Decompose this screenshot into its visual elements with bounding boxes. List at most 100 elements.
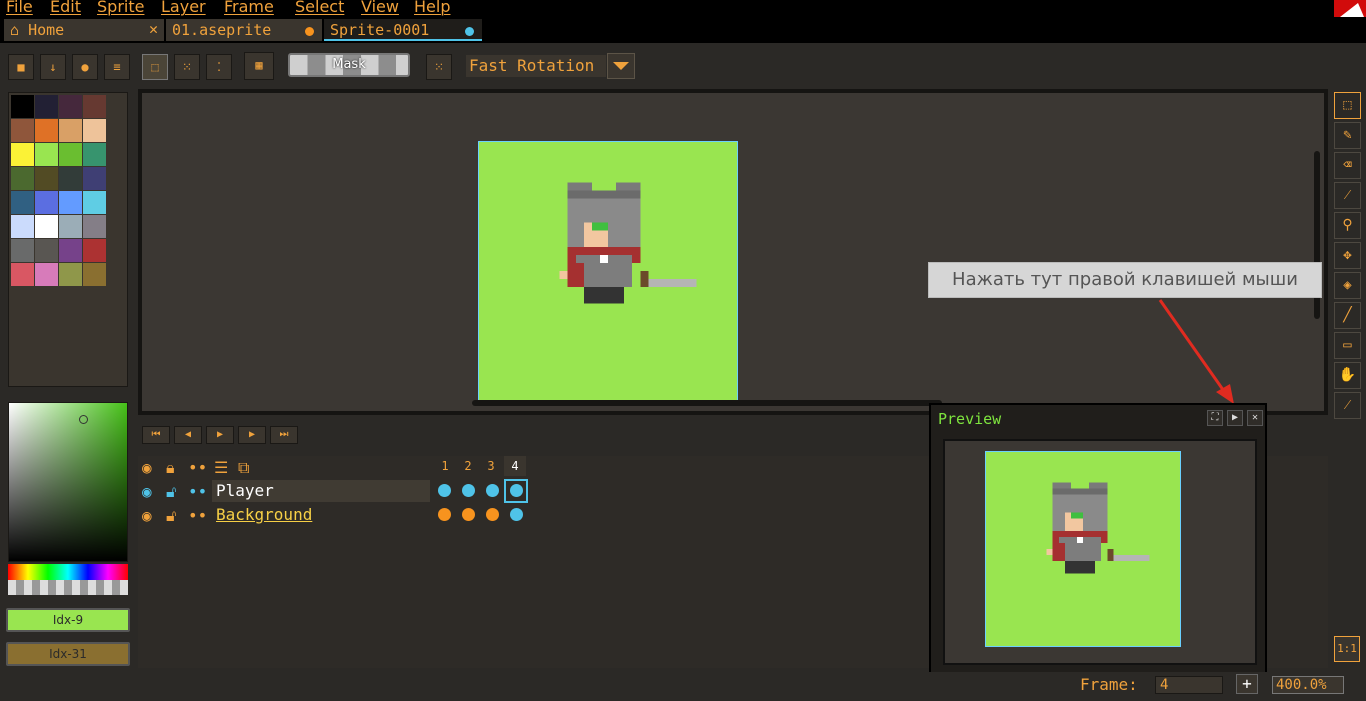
last-frame-icon[interactable]: ⏭ (270, 426, 298, 444)
cel[interactable] (510, 508, 523, 521)
preview-window[interactable]: Preview ⛶ ▶ ✕ (929, 403, 1267, 677)
eye-icon[interactable]: ◉ (142, 482, 152, 501)
lock-icon[interactable]: 🔓︎ (166, 482, 176, 502)
palette-swatch[interactable] (59, 167, 82, 190)
palette-swatch[interactable] (11, 119, 34, 142)
mask-color-button[interactable]: Mask (288, 53, 410, 77)
palette-swatch[interactable] (83, 191, 106, 214)
menu-file[interactable]: File (6, 0, 33, 16)
chevron-down-icon[interactable] (607, 53, 635, 79)
tab-01-aseprite[interactable]: 01.aseprite (166, 19, 322, 41)
sprite-canvas[interactable] (478, 141, 738, 401)
layer-name[interactable]: Background (212, 504, 430, 526)
palette-swatch[interactable] (11, 263, 34, 286)
menu-edit[interactable]: Edit (50, 0, 81, 16)
cel[interactable] (486, 508, 499, 521)
eraser-icon[interactable]: ⌫ (1334, 152, 1361, 179)
new-frame-button[interactable]: + (1236, 674, 1258, 694)
brush-icon[interactable]: ⁄ (1334, 392, 1361, 419)
tab-sprite-0001[interactable]: Sprite-0001 (324, 19, 482, 41)
arrow-down-icon[interactable]: ↓ (40, 54, 66, 80)
palette-swatch[interactable] (59, 191, 82, 214)
hand-icon[interactable]: ✋ (1334, 362, 1361, 389)
frame-header-3[interactable]: 3 (480, 456, 502, 476)
lock-icon[interactable]: 🔓︎ (166, 506, 176, 526)
palette-swatch[interactable] (59, 263, 82, 286)
onion-skin-icon[interactable]: ⧉ (238, 458, 249, 478)
continuous-icon[interactable]: •• (188, 506, 207, 525)
alpha-slider[interactable] (8, 580, 128, 595)
palette-swatch[interactable] (83, 239, 106, 262)
zoom-icon[interactable]: ⚲ (1334, 212, 1361, 239)
lock-icon[interactable]: 🔒︎ (166, 458, 175, 478)
menu-layer[interactable]: Layer (161, 0, 206, 16)
palette-swatch[interactable] (83, 263, 106, 286)
transparent-mask-icon[interactable]: ▦ (244, 52, 274, 80)
preview-canvas[interactable] (943, 439, 1257, 665)
previous-frame-icon[interactable]: ◀ (174, 426, 202, 444)
settings-icon[interactable]: ☰ (214, 458, 228, 477)
palette-swatch[interactable] (59, 95, 82, 118)
palette-swatch[interactable] (83, 215, 106, 238)
palette-swatch[interactable] (35, 215, 58, 238)
line-icon[interactable]: ╱ (1334, 302, 1361, 329)
circle-icon[interactable]: ● (72, 54, 98, 80)
play-icon[interactable]: ▶ (1227, 410, 1243, 426)
pivot-icon[interactable]: ⁙ (426, 54, 452, 80)
selected-cel[interactable] (504, 479, 528, 503)
menu-select[interactable]: Select (295, 0, 344, 16)
palette-swatch[interactable] (11, 95, 34, 118)
palette-swatch[interactable] (11, 143, 34, 166)
close-icon[interactable]: ✕ (149, 20, 158, 38)
selection-subtract-icon[interactable]: ⁚ (206, 54, 232, 80)
selection-replace-icon[interactable]: ⬚ (142, 54, 168, 80)
layer-name[interactable]: Player (212, 480, 430, 502)
palette-swatch[interactable] (83, 119, 106, 142)
palette-swatch[interactable] (59, 239, 82, 262)
hue-slider[interactable] (8, 564, 128, 580)
palette-swatch[interactable] (35, 191, 58, 214)
next-frame-icon[interactable]: ▶ (238, 426, 266, 444)
layer-row-background[interactable]: ◉ 🔓︎ •• Background (138, 504, 523, 526)
eye-icon[interactable]: ◉ (142, 506, 152, 525)
tab-home[interactable]: ⌂ Home ✕ (4, 19, 164, 41)
center-icon[interactable]: ⛶ (1207, 410, 1223, 426)
palette-swatch[interactable] (11, 191, 34, 214)
palette-swatch[interactable] (59, 119, 82, 142)
move-icon[interactable]: ✥ (1334, 242, 1361, 269)
play-icon[interactable]: ▶ (206, 426, 234, 444)
close-icon[interactable]: ✕ (1247, 410, 1263, 426)
zoom-input[interactable]: 400.0% (1272, 676, 1344, 694)
menu-view[interactable]: View (361, 0, 399, 16)
background-color-button[interactable]: Idx-31 (6, 642, 130, 666)
frame-input[interactable]: 4 (1155, 676, 1223, 694)
foreground-color-button[interactable]: Idx-9 (6, 608, 130, 632)
palette-swatch[interactable] (59, 215, 82, 238)
menu-help[interactable]: Help (414, 0, 450, 16)
palette-swatch[interactable] (35, 143, 58, 166)
color-picker-sv[interactable] (8, 402, 128, 562)
menu-sprite[interactable]: Sprite (97, 0, 144, 16)
horizontal-scrollbar[interactable] (472, 400, 942, 406)
first-frame-icon[interactable]: ⏮ (142, 426, 170, 444)
palette-swatch[interactable] (59, 143, 82, 166)
cel[interactable] (438, 508, 451, 521)
palette-swatch[interactable] (83, 143, 106, 166)
cel[interactable] (462, 508, 475, 521)
cel[interactable] (486, 484, 499, 497)
pencil-icon[interactable]: ✎ (1334, 122, 1361, 149)
palette-swatch[interactable] (35, 119, 58, 142)
rotation-algorithm-select[interactable]: Fast Rotation (466, 55, 606, 77)
selection-add-icon[interactable]: ⁙ (174, 54, 200, 80)
palette-swatch[interactable] (35, 239, 58, 262)
palette-swatch[interactable] (83, 167, 106, 190)
frame-header-2[interactable]: 2 (457, 456, 479, 476)
palette-swatch[interactable] (11, 167, 34, 190)
frame-header-1[interactable]: 1 (434, 456, 456, 476)
eye-icon[interactable]: ◉ (142, 458, 152, 477)
palette-swatch[interactable] (83, 95, 106, 118)
palette-swatch[interactable] (35, 167, 58, 190)
cel[interactable] (438, 484, 451, 497)
frame-header-4[interactable]: 4 (504, 456, 526, 476)
palette-swatch[interactable] (11, 215, 34, 238)
